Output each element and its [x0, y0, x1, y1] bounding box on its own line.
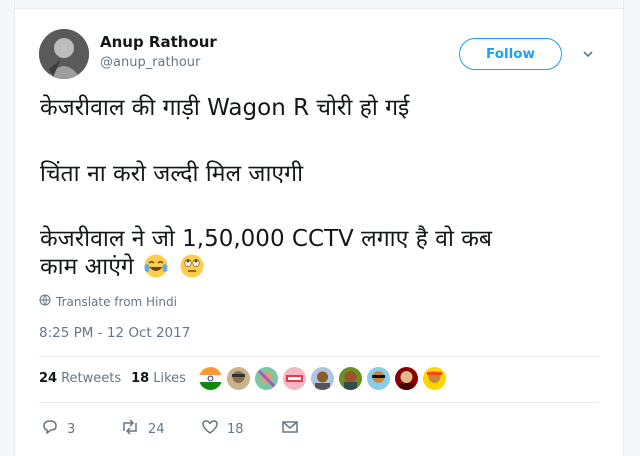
likes-stat[interactable]: 18 Likes — [131, 371, 186, 386]
tweet-timestamp[interactable]: 8:25 PM - 12 Oct 2017 — [39, 325, 190, 341]
retweet-action[interactable]: 24 — [120, 418, 165, 440]
liker-avatar[interactable] — [282, 366, 307, 391]
likes-count: 18 — [131, 371, 150, 386]
liker-avatar[interactable] — [198, 366, 223, 391]
follow-button[interactable]: Follow — [459, 38, 562, 70]
liker-avatar[interactable] — [422, 366, 447, 391]
divider-top — [39, 356, 599, 357]
rolling-eyes-emoji-icon — [179, 253, 205, 279]
envelope-icon — [281, 418, 299, 440]
window-left-border — [0, 0, 15, 456]
retweet-icon — [120, 418, 140, 440]
liker-avatar[interactable] — [226, 366, 251, 391]
globe-icon — [39, 294, 51, 309]
user-display-name[interactable]: Anup Rathour — [100, 33, 217, 51]
liker-avatar[interactable] — [394, 366, 419, 391]
translate-label: Translate from Hindi — [56, 294, 177, 309]
retweets-stat[interactable]: 24 Retweets — [39, 371, 121, 386]
liker-avatar[interactable] — [254, 366, 279, 391]
chevron-down-icon[interactable] — [580, 46, 596, 62]
tweet-text-line-3: केजरीवाल ने जो 1,50,000 CCTV लगाए है वो … — [40, 226, 493, 252]
user-handle[interactable]: @anup_rathour — [100, 55, 200, 70]
liker-avatar[interactable] — [310, 366, 335, 391]
direct-message-action[interactable] — [281, 418, 299, 440]
retweets-label: Retweets — [61, 371, 122, 386]
tweet-text-line-1: केजरीवाल की गाड़ी Wagon R चोरी हो गई — [40, 95, 410, 121]
heart-icon — [201, 418, 219, 440]
divider-bottom — [39, 402, 599, 403]
like-action[interactable]: 18 — [201, 418, 244, 440]
tweet-text-line-4: काम आएंगे — [40, 254, 134, 280]
like-count: 18 — [227, 421, 244, 437]
tweet-text-line-2: चिंता ना करो जल्दी मिल जाएगी — [40, 161, 304, 187]
window-top-border — [0, 0, 640, 9]
liker-avatar[interactable] — [366, 366, 391, 391]
translate-link[interactable]: Translate from Hindi — [39, 294, 177, 309]
retweet-count: 24 — [148, 421, 165, 437]
reply-count: 3 — [67, 421, 76, 437]
reply-icon — [41, 418, 59, 440]
tweet-stats: 24 Retweets 18 Likes — [39, 371, 186, 386]
liker-avatars — [198, 366, 450, 391]
tweet-text-line-4-container: काम आएंगे — [40, 253, 205, 281]
liker-avatar[interactable] — [338, 366, 363, 391]
user-avatar[interactable] — [39, 29, 89, 79]
retweets-count: 24 — [39, 371, 58, 386]
window-right-border — [623, 0, 640, 456]
likes-label: Likes — [153, 371, 186, 386]
tears-of-joy-emoji-icon — [143, 253, 169, 279]
reply-action[interactable]: 3 — [41, 418, 75, 440]
